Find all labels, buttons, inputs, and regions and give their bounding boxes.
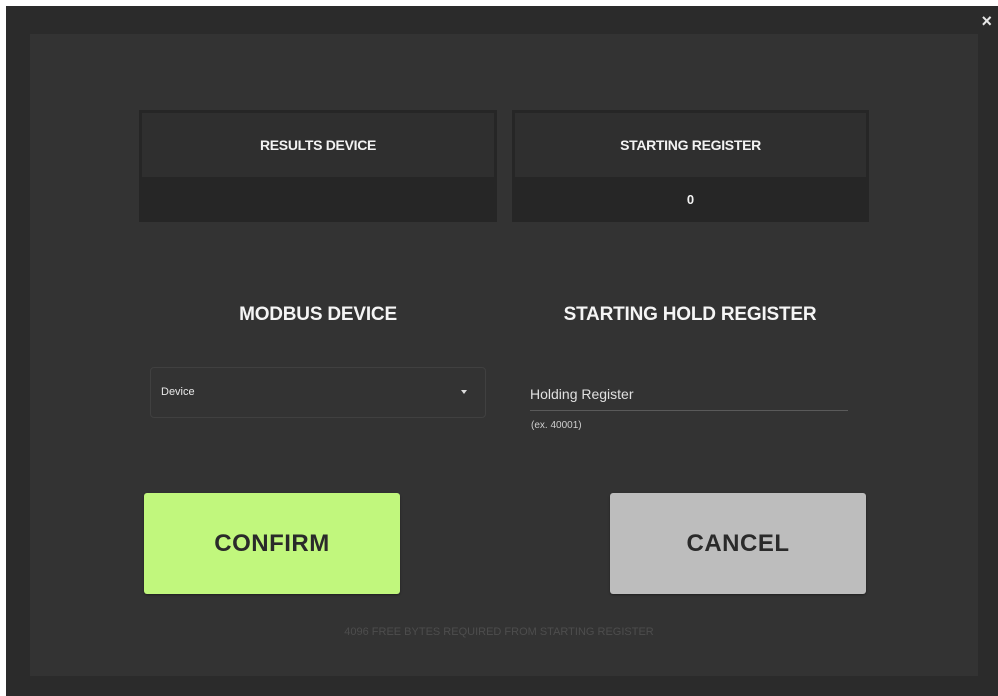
- results-device-value: [139, 177, 497, 222]
- results-device-title: RESULTS DEVICE: [142, 113, 494, 177]
- modbus-device-select[interactable]: Device: [150, 367, 486, 418]
- results-device-card: RESULTS DEVICE: [139, 110, 497, 222]
- starting-register-title: STARTING REGISTER: [515, 113, 866, 177]
- starting-register-value: 0: [686, 192, 695, 207]
- triangle-down-icon: [461, 390, 467, 394]
- starting-register-card: STARTING REGISTER 0: [512, 110, 869, 222]
- starting-hold-register-title: STARTING HOLD REGISTER: [563, 304, 817, 325]
- holding-register-hint: (ex. 40001): [531, 420, 582, 431]
- cancel-button[interactable]: CANCEL: [610, 493, 866, 594]
- modbus-device-select-value: Device: [161, 386, 195, 398]
- close-icon[interactable]: ×: [981, 12, 992, 30]
- holding-register-input[interactable]: [530, 378, 848, 411]
- confirm-button[interactable]: CONFIRM: [144, 493, 400, 594]
- modbus-device-title: MODBUS DEVICE: [239, 304, 397, 325]
- footer-note: 4096 FREE BYTES REQUIRED FROM STARTING R…: [344, 626, 654, 638]
